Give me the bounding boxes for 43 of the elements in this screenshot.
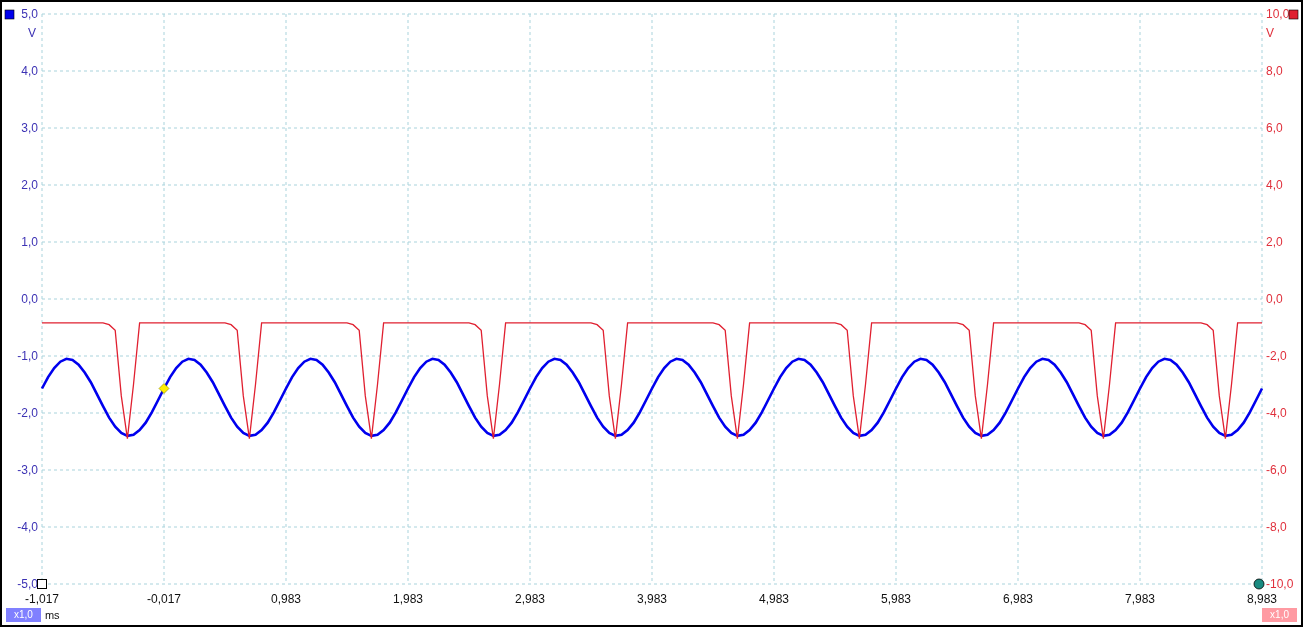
axis-tick-label: 3,0 [21, 121, 38, 135]
axis-tick-label: 4,0 [21, 64, 38, 78]
circle-handle-icon[interactable] [1253, 578, 1265, 590]
axis-tick-label: -3,0 [17, 463, 38, 477]
channel-marker-icon[interactable] [4, 9, 15, 20]
axis-tick-label: 6,983 [1003, 592, 1033, 606]
axis-tick-label: -0,017 [147, 592, 181, 606]
trigger-diamond-icon[interactable] [158, 383, 170, 394]
axis-tick-label: 5,983 [881, 592, 911, 606]
axis-unit: V [1266, 26, 1274, 40]
axis-tick-label: 4,0 [1266, 178, 1283, 192]
axis-tick-label: 2,983 [515, 592, 545, 606]
axis-tick-label: 0,0 [21, 292, 38, 306]
axis-tick-label: 0,983 [271, 592, 301, 606]
axis-tick-label: -2,0 [1266, 349, 1287, 363]
axis-tick-label: -8,0 [1266, 520, 1287, 534]
axis-tick-label: 5,0 [21, 7, 38, 21]
zoom-badge[interactable]: x1,0 [1262, 608, 1297, 622]
axis-tick-label: -1,017 [25, 592, 59, 606]
axis-tick-label: 1,983 [393, 592, 423, 606]
axis-tick-label: 7,983 [1125, 592, 1155, 606]
axis-unit: ms [44, 609, 60, 621]
axis-tick-label: 3,983 [637, 592, 667, 606]
channel-marker-icon[interactable] [1288, 9, 1299, 20]
axis-tick-label: -4,0 [17, 520, 38, 534]
axis-tick-label: 8,983 [1247, 592, 1277, 606]
axis-tick-label: 0,0 [1266, 292, 1283, 306]
axis-tick-label: 8,0 [1266, 64, 1283, 78]
axis-tick-label: -5,0 [17, 577, 38, 591]
zoom-badge[interactable]: x1,0 [6, 608, 41, 622]
axis-tick-label: 4,983 [759, 592, 789, 606]
axis-tick-label: -10,0 [1266, 577, 1294, 591]
axis-tick-label: -2,0 [17, 406, 38, 420]
axis-tick-label: 2,0 [21, 178, 38, 192]
axis-unit: V [28, 26, 36, 40]
square-handle-icon[interactable] [37, 579, 47, 589]
axis-tick-label: 1,0 [21, 235, 38, 249]
axis-tick-label: 6,0 [1266, 121, 1283, 135]
axis-tick-label: -6,0 [1266, 463, 1287, 477]
axis-tick-label: -4,0 [1266, 406, 1287, 420]
axis-tick-label: 10,0 [1266, 7, 1290, 21]
axis-tick-label: -1,0 [17, 349, 38, 363]
axis-tick-label: 2,0 [1266, 235, 1283, 249]
